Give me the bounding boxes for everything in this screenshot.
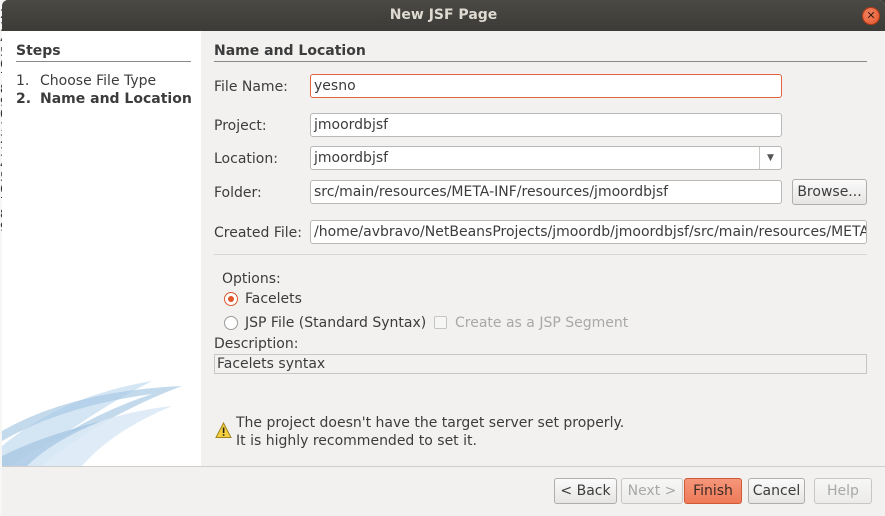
- location-label: Location:: [214, 151, 278, 167]
- description-box: Facelets syntax: [214, 354, 867, 374]
- section-title: Name and Location: [214, 43, 867, 62]
- warning-message-line2: It is highly recommended to set it.: [236, 433, 477, 449]
- netbeans-swoosh-graphic: [2, 381, 182, 466]
- dialog-titlebar: New JSF Page ✕: [2, 0, 885, 31]
- help-button[interactable]: Help: [814, 478, 872, 504]
- dialog-button-bar: < Back Next > Finish Cancel Help: [2, 466, 885, 516]
- dialog-title: New JSF Page: [389, 7, 498, 23]
- next-button[interactable]: Next >: [621, 478, 683, 504]
- steps-title: Steps: [16, 43, 191, 62]
- jsp-segment-checkbox[interactable]: [434, 316, 447, 329]
- cancel-button[interactable]: Cancel: [748, 478, 805, 504]
- step-choose-file-type: 1. Choose File Type: [16, 73, 156, 89]
- step-number: 2.: [16, 91, 32, 107]
- location-select-value: jmoordbjsf: [314, 150, 389, 166]
- created-file-field[interactable]: /home/avbravo/NetBeansProjects/jmoordb/j…: [310, 220, 867, 244]
- folder-input[interactable]: src/main/resources/META-INF/resources/jm…: [310, 180, 782, 204]
- step-name-and-location: 2. Name and Location: [16, 91, 192, 107]
- created-file-label: Created File:: [214, 225, 302, 241]
- step-label: Name and Location: [40, 91, 192, 107]
- options-divider: [214, 254, 867, 255]
- warning-message-line1: The project doesn't have the target serv…: [236, 415, 625, 431]
- finish-button[interactable]: Finish: [684, 478, 742, 504]
- options-label: Options:: [222, 271, 281, 287]
- jsp-segment-label: Create as a JSP Segment: [455, 315, 629, 331]
- location-select[interactable]: jmoordbjsf ▼: [310, 146, 782, 170]
- project-label: Project:: [214, 118, 267, 134]
- step-number: 1.: [16, 73, 30, 89]
- file-name-label: File Name:: [214, 79, 288, 95]
- facelets-radio[interactable]: [224, 292, 238, 306]
- file-name-input[interactable]: yesno: [310, 74, 782, 98]
- facelets-label[interactable]: Facelets: [245, 291, 302, 307]
- folder-label: Folder:: [214, 185, 262, 201]
- project-field[interactable]: jmoordbjsf: [310, 113, 782, 137]
- jsp-file-label[interactable]: JSP File (Standard Syntax): [245, 315, 426, 331]
- name-location-panel: Name and Location File Name: yesno Proje…: [201, 31, 885, 466]
- back-button[interactable]: < Back: [554, 478, 617, 504]
- close-icon[interactable]: ✕: [862, 7, 880, 25]
- new-jsf-page-dialog: New JSF Page ✕ Steps 1. Choose File Type …: [2, 0, 885, 516]
- chevron-down-icon[interactable]: ▼: [759, 147, 781, 169]
- warning-icon: [215, 422, 232, 438]
- jsp-file-radio[interactable]: [224, 316, 238, 330]
- description-label: Description:: [214, 336, 299, 352]
- step-label: Choose File Type: [40, 73, 157, 89]
- steps-panel: Steps 1. Choose File Type 2. Name and Loca…: [2, 31, 201, 466]
- browse-button[interactable]: Browse...: [792, 179, 867, 205]
